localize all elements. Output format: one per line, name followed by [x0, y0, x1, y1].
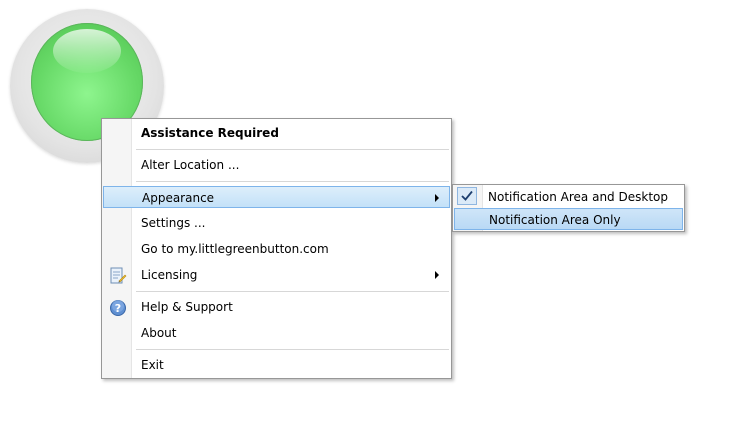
menu-item-label: Assistance Required [141, 126, 279, 140]
context-menu: Assistance Required Alter Location ... A… [101, 118, 452, 379]
menu-separator [136, 349, 449, 350]
chevron-right-icon [435, 194, 439, 202]
checkmark-icon [457, 187, 477, 205]
license-document-icon [109, 267, 127, 285]
menu-separator [136, 149, 449, 150]
menu-item-go-to-website[interactable]: Go to my.littlegreenbutton.com [104, 238, 449, 260]
submenu-item-notification-area-and-desktop[interactable]: Notification Area and Desktop [454, 186, 683, 208]
menu-item-assistance-required[interactable]: Assistance Required [104, 122, 449, 144]
submenu-item-label: Notification Area and Desktop [488, 190, 668, 204]
menu-item-label: Settings ... [141, 216, 206, 230]
menu-separator [136, 291, 449, 292]
menu-item-label: Go to my.littlegreenbutton.com [141, 242, 329, 256]
orb-gloss [53, 29, 121, 73]
menu-item-settings[interactable]: Settings ... [104, 212, 449, 234]
help-question-icon: ? [109, 299, 127, 317]
submenu-item-label: Notification Area Only [489, 213, 621, 227]
menu-item-alter-location[interactable]: Alter Location ... [104, 154, 449, 176]
menu-item-appearance[interactable]: Appearance [103, 186, 450, 208]
appearance-submenu: Notification Area and Desktop Notificati… [452, 184, 685, 232]
menu-item-about[interactable]: About [104, 322, 449, 344]
menu-item-exit[interactable]: Exit [104, 354, 449, 376]
menu-item-label: About [141, 326, 177, 340]
menu-separator [136, 181, 449, 182]
menu-item-label: Alter Location ... [141, 158, 240, 172]
menu-item-help-support[interactable]: ? Help & Support [104, 296, 449, 318]
menu-item-label: Licensing [141, 268, 198, 282]
svg-text:?: ? [115, 302, 121, 315]
menu-item-label: Help & Support [141, 300, 233, 314]
submenu-item-notification-area-only[interactable]: Notification Area Only [454, 208, 683, 230]
menu-item-label: Appearance [142, 191, 215, 205]
menu-item-label: Exit [141, 358, 164, 372]
chevron-right-icon [435, 271, 439, 279]
menu-item-licensing[interactable]: Licensing [104, 264, 449, 286]
